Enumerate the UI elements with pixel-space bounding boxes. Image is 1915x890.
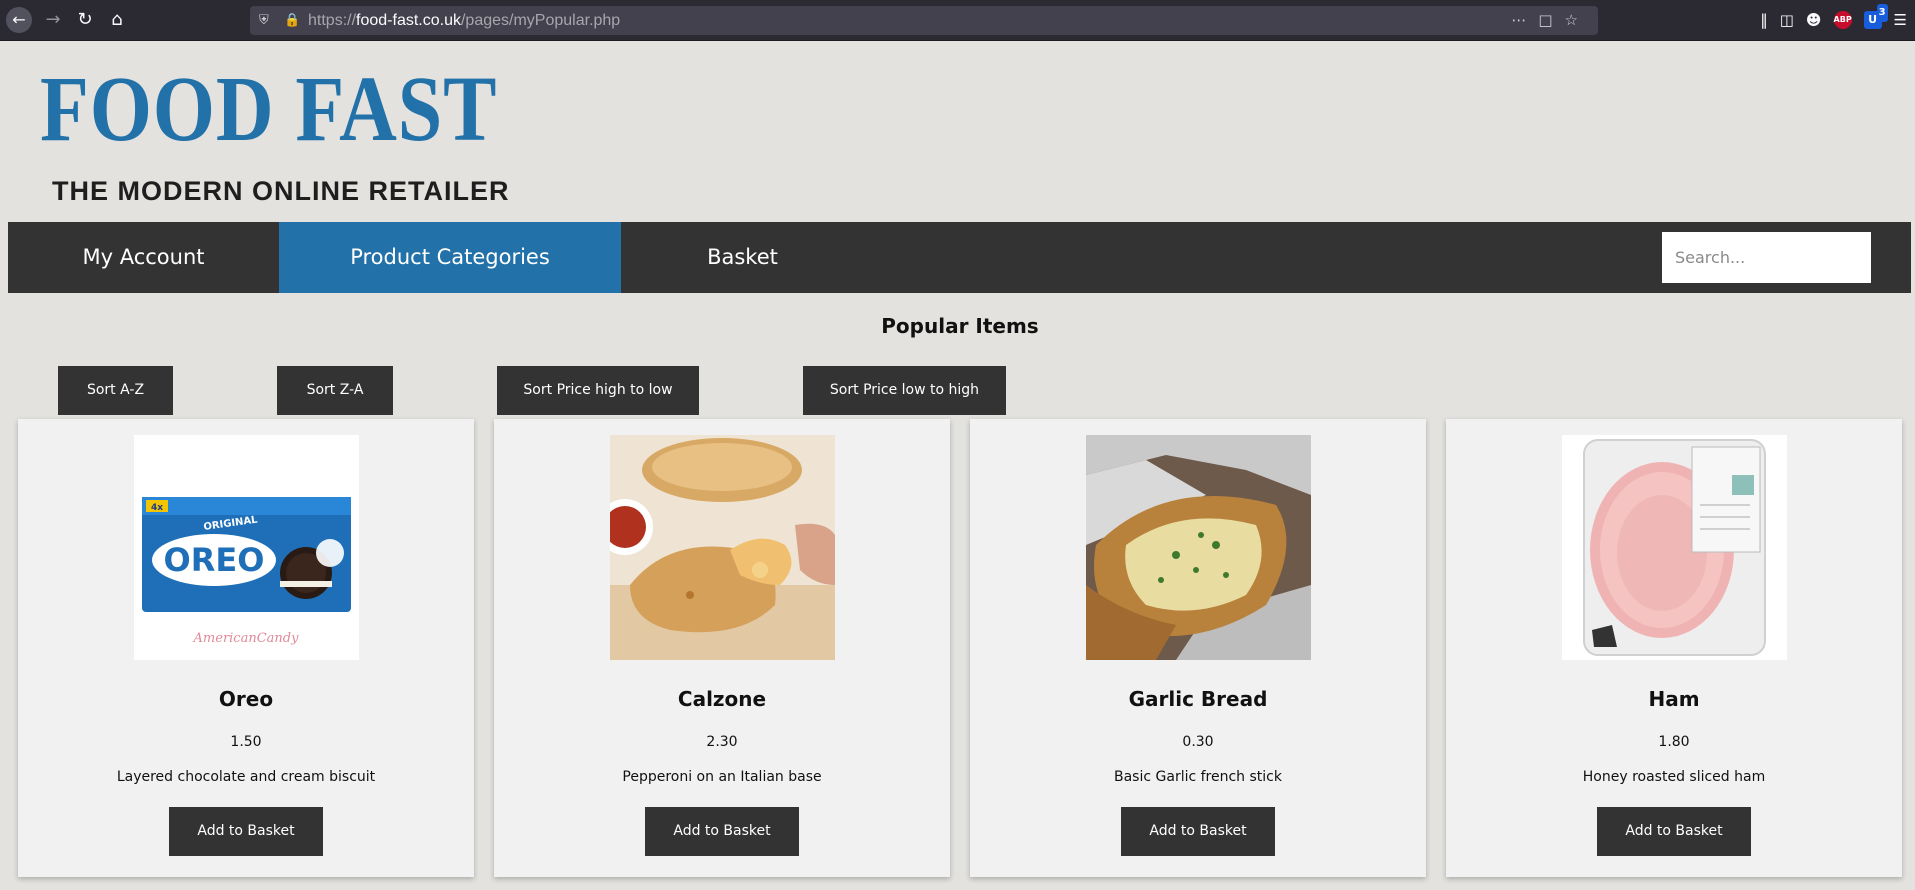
product-price: 0.30: [1182, 734, 1214, 750]
nav-my-account[interactable]: My Account: [8, 222, 279, 293]
product-description: Pepperoni on an Italian base: [622, 769, 822, 785]
product-name: Garlic Bread: [1128, 687, 1268, 711]
address-bar[interactable]: ⛨ 🔒 https://food-fast.co.uk/pages/myPopu…: [250, 6, 1598, 35]
product-description: Honey roasted sliced ham: [1582, 769, 1766, 785]
product-name: Ham: [1648, 687, 1700, 711]
menu-icon[interactable]: ☰: [1894, 11, 1907, 29]
account-icon[interactable]: ☻: [1806, 11, 1822, 29]
browser-toolbar: ← → ↻ ⌂ ⛨ 🔒 https://food-fast.co.uk/page…: [0, 0, 1915, 41]
product-image-ham: [1562, 435, 1787, 660]
bookmark-star-icon[interactable]: ☆: [1565, 11, 1590, 29]
add-to-basket-button[interactable]: Add to Basket: [1597, 807, 1751, 856]
product-card-calzone: Calzone 2.30 Pepperoni on an Italian bas…: [494, 419, 950, 877]
shield-icon[interactable]: ⛨: [259, 6, 269, 35]
reload-icon[interactable]: ↻: [72, 7, 98, 33]
svg-text:4x: 4x: [151, 503, 163, 513]
add-to-basket-button[interactable]: Add to Basket: [169, 807, 323, 856]
main-nav: My Account Product Categories Basket: [8, 222, 1911, 293]
product-image-oreo: 4x ORIGINAL OREO AmericanCandy: [134, 435, 359, 660]
svg-text:OREO: OREO: [164, 541, 265, 579]
bitwarden-badge: 3: [1876, 4, 1888, 22]
product-card-ham: Ham 1.80 Honey roasted sliced ham Add to…: [1446, 419, 1902, 877]
site-logo[interactable]: FOOD FAST: [40, 60, 497, 160]
forward-icon[interactable]: →: [40, 7, 66, 33]
product-price: 1.80: [1658, 734, 1690, 750]
sidebar-icon[interactable]: ◫: [1780, 11, 1794, 29]
product-price: 2.30: [706, 734, 738, 750]
product-description: Basic Garlic french stick: [1114, 769, 1282, 785]
product-card-oreo: 4x ORIGINAL OREO AmericanCandy Oreo 1.50…: [18, 419, 474, 877]
nav-basket[interactable]: Basket: [621, 222, 864, 293]
product-image-calzone: [610, 435, 835, 660]
url-text[interactable]: https://food-fast.co.uk/pages/myPopular.…: [308, 6, 620, 35]
product-price: 1.50: [230, 734, 262, 750]
product-card-garlic-bread: Garlic Bread 0.30 Basic Garlic french st…: [970, 419, 1426, 877]
pocket-icon[interactable]: □: [1538, 11, 1564, 29]
home-icon[interactable]: ⌂: [104, 7, 130, 33]
product-image-garlic-bread: [1086, 435, 1311, 660]
lock-icon[interactable]: 🔒: [284, 6, 300, 35]
product-name: Oreo: [218, 687, 274, 711]
sort-z-a-button[interactable]: Sort Z-A: [277, 366, 393, 415]
oreo-image-caption: AmericanCandy: [193, 631, 300, 646]
adblock-icon[interactable]: ABP: [1833, 11, 1852, 29]
sort-price-low-high-button[interactable]: Sort Price low to high: [803, 366, 1006, 415]
sort-a-z-button[interactable]: Sort A-Z: [58, 366, 173, 415]
toolbar-right: ‖ ◫ ☻ ABP U3 ☰: [1760, 4, 1907, 33]
add-to-basket-button[interactable]: Add to Basket: [645, 807, 799, 856]
product-name: Calzone: [677, 687, 767, 711]
more-icon[interactable]: ⋯: [1511, 11, 1538, 29]
site-tagline: THE MODERN ONLINE RETAILER: [52, 176, 510, 206]
search-input[interactable]: [1662, 232, 1871, 283]
add-to-basket-button[interactable]: Add to Basket: [1121, 807, 1275, 856]
nav-product-categories[interactable]: Product Categories: [279, 222, 621, 293]
page-title: Popular Items: [881, 314, 1039, 338]
sort-price-high-low-button[interactable]: Sort Price high to low: [497, 366, 699, 415]
product-description: Layered chocolate and cream biscuit: [116, 769, 376, 785]
page-action-icons: ⋯□☆: [1511, 6, 1590, 35]
library-icon[interactable]: ‖: [1760, 11, 1768, 29]
back-icon[interactable]: ←: [6, 7, 32, 33]
bitwarden-icon[interactable]: U3: [1863, 4, 1888, 29]
